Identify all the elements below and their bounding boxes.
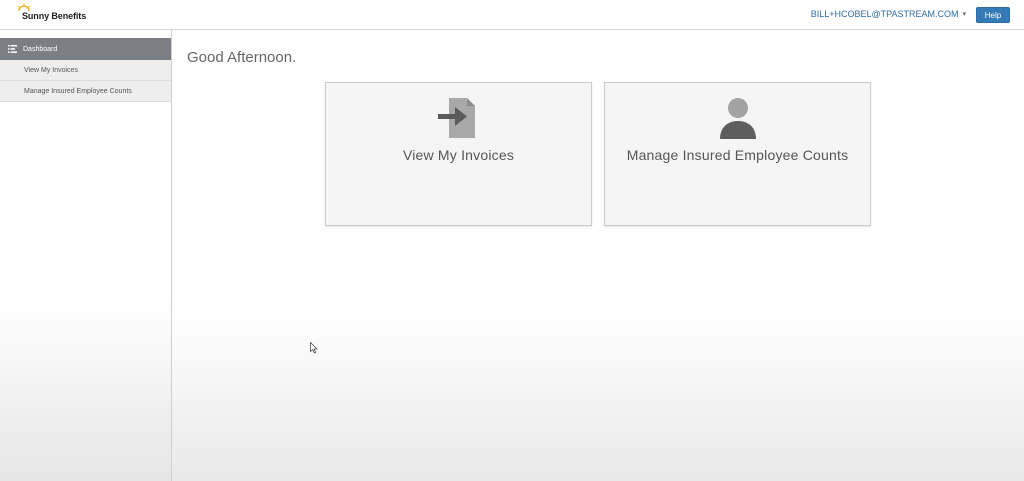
page-greeting: Good Afternoon. (187, 49, 297, 66)
sidebar: Dashboard View My Invoices Manage Insure… (0, 30, 172, 481)
tile-label: View My Invoices (402, 147, 515, 163)
sidebar-item-view-invoices[interactable]: View My Invoices (0, 60, 171, 81)
user-menu[interactable]: BILL+HCOBEL@TPASTREAM.COM ▾ (811, 9, 966, 19)
caret-down-icon: ▾ (962, 11, 966, 18)
sidebar-item-dashboard[interactable]: Dashboard (0, 38, 171, 60)
manage-employee-counts-tile[interactable]: Manage Insured Employee Counts (604, 82, 871, 226)
sidebar-item-label: Manage Insured Employee Counts (24, 87, 132, 95)
invoice-arrow-icon (437, 98, 475, 138)
logo[interactable]: Sunny Benefits (16, 3, 87, 26)
main-content: Good Afternoon. View My Invoices Manage … (172, 30, 1024, 481)
help-button[interactable]: Help (976, 7, 1010, 23)
sidebar-item-manage-employee-counts[interactable]: Manage Insured Employee Counts (0, 81, 171, 102)
top-bar: Sunny Benefits BILL+HCOBEL@TPASTREAM.COM… (0, 0, 1024, 30)
sidebar-item-label: View My Invoices (24, 66, 78, 74)
mouse-cursor-icon (310, 342, 318, 354)
tile-label: Manage Insured Employee Counts (626, 147, 849, 163)
user-icon (719, 98, 756, 139)
list-icon (8, 45, 17, 53)
logo-text: Sunny Benefits (22, 11, 87, 21)
user-email: BILL+HCOBEL@TPASTREAM.COM (810, 9, 959, 19)
sidebar-item-label: Dashboard (23, 45, 58, 53)
view-invoices-tile[interactable]: View My Invoices (325, 82, 592, 226)
